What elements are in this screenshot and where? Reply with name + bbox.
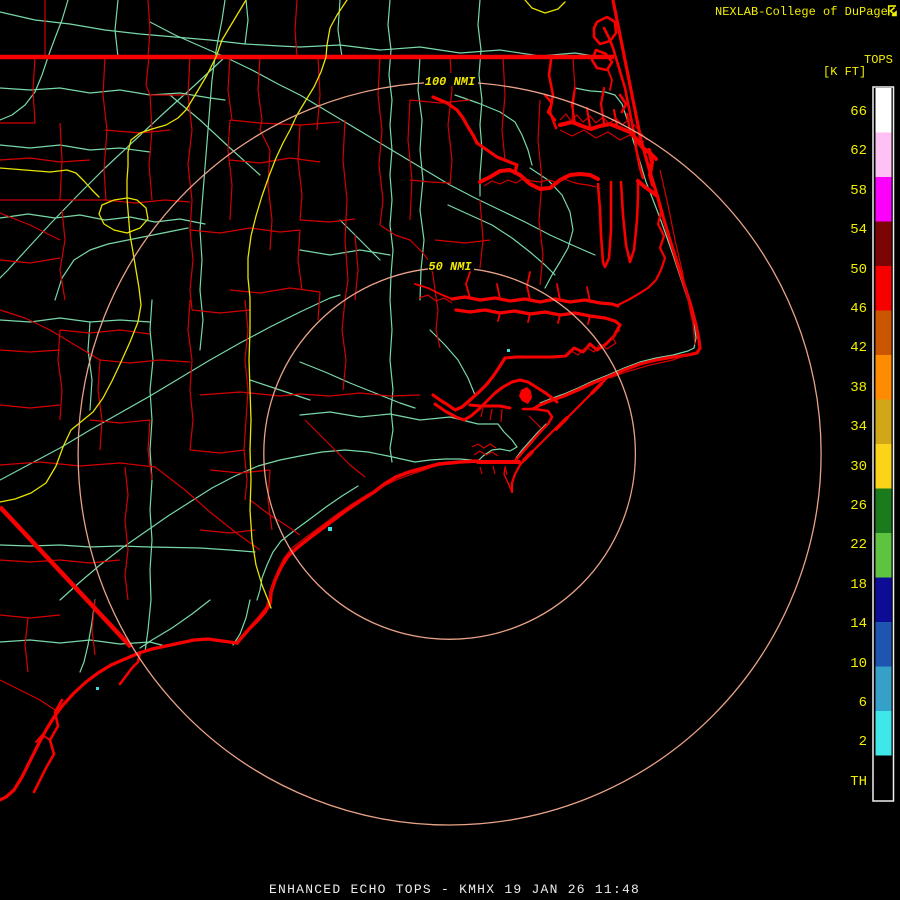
svg-text:58: 58	[850, 183, 867, 199]
svg-text:TH: TH	[850, 774, 867, 790]
svg-text:66: 66	[850, 104, 867, 120]
svg-text:46: 46	[850, 301, 867, 317]
svg-text:62: 62	[850, 143, 867, 159]
svg-text:38: 38	[850, 380, 867, 396]
svg-text:34: 34	[850, 419, 867, 435]
svg-text:TOPS: TOPS	[864, 53, 893, 67]
svg-text:54: 54	[850, 222, 867, 238]
svg-text:30: 30	[850, 459, 867, 475]
svg-text:18: 18	[850, 577, 867, 593]
svg-text:100 NMI: 100 NMI	[425, 75, 476, 89]
svg-text:50: 50	[850, 262, 867, 278]
svg-text:ENHANCED ECHO TOPS - KMHX 19 J: ENHANCED ECHO TOPS - KMHX 19 JAN 26 11:4…	[269, 882, 640, 897]
svg-text:26: 26	[850, 498, 867, 514]
svg-text:6: 6	[859, 695, 867, 711]
svg-text:14: 14	[850, 616, 867, 632]
svg-text:2: 2	[859, 734, 867, 750]
svg-text:50 NMI: 50 NMI	[428, 260, 472, 274]
svg-text:NEXLAB-College of DuPage: NEXLAB-College of DuPage	[715, 5, 888, 19]
svg-text:[K FT]: [K FT]	[823, 65, 866, 79]
svg-text:10: 10	[850, 656, 867, 672]
svg-text:42: 42	[850, 340, 867, 356]
svg-text:22: 22	[850, 537, 867, 553]
